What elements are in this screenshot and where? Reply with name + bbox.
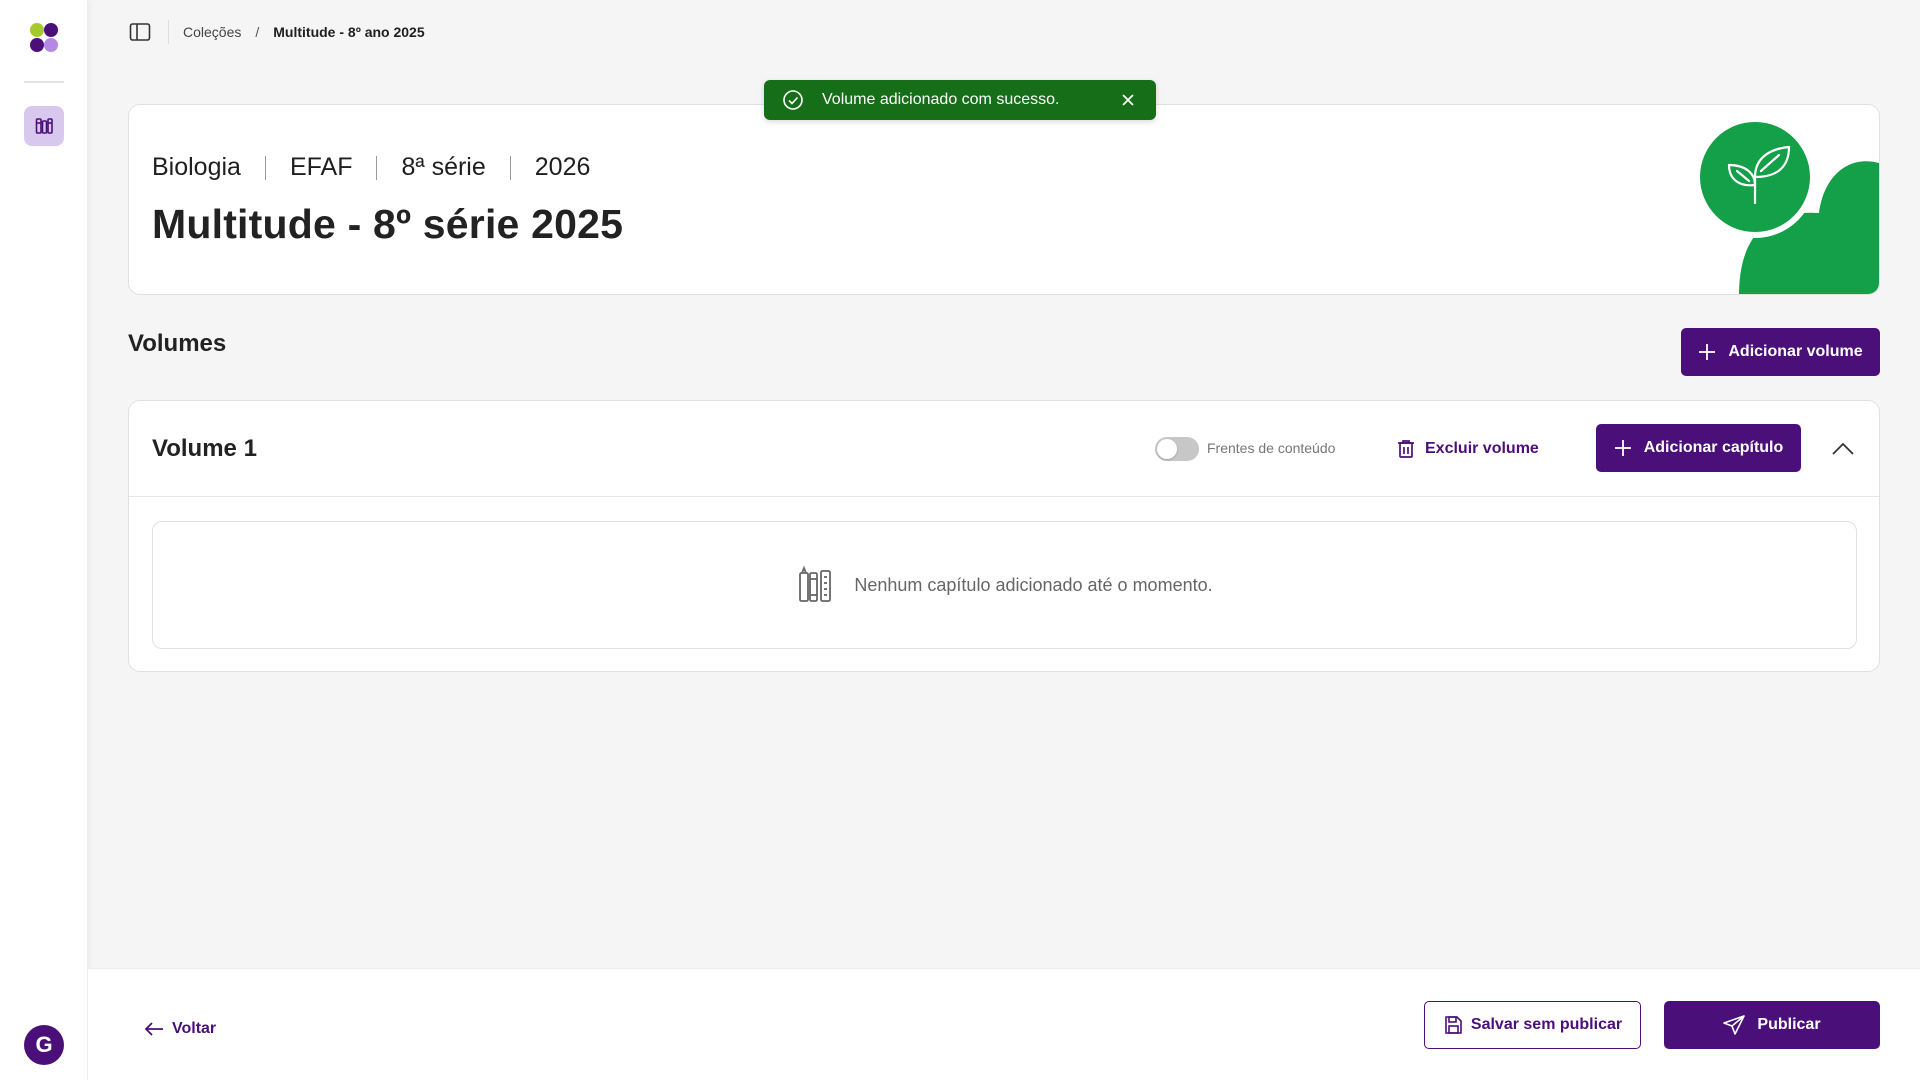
add-chapter-label: Adicionar capítulo xyxy=(1643,439,1784,456)
add-volume-label: Adicionar volume xyxy=(1728,343,1863,360)
collection-meta: Biologia EFAF 8ª série 2026 xyxy=(152,153,614,182)
meta-grade: 8ª série xyxy=(401,153,486,181)
content-fronts-toggle[interactable] xyxy=(1155,437,1199,461)
breadcrumb-separator: / xyxy=(255,24,260,40)
sidebar: G xyxy=(0,0,88,1080)
plus-icon xyxy=(1614,439,1632,457)
books-icon xyxy=(796,565,836,605)
publish-label: Publicar xyxy=(1757,1016,1821,1033)
add-chapter-button[interactable]: Adicionar capítulo xyxy=(1596,424,1801,472)
user-avatar[interactable]: G xyxy=(24,1025,64,1065)
sidebar-divider xyxy=(24,81,64,83)
breadcrumb-item-colecoes[interactable]: Coleções xyxy=(183,24,241,40)
delete-volume-button[interactable]: Excluir volume xyxy=(1397,437,1539,461)
trash-icon xyxy=(1397,439,1415,459)
publish-button[interactable]: Publicar xyxy=(1664,1001,1880,1049)
page-title: Multitude - 8º série 2025 xyxy=(152,201,624,247)
volume-card: Volume 1 Frentes de conteúdo Excluir vol… xyxy=(128,400,1880,672)
collection-header-card: Biologia EFAF 8ª série 2026 Multitude - … xyxy=(128,104,1880,295)
close-icon[interactable] xyxy=(1118,90,1138,110)
meta-level: EFAF xyxy=(289,153,353,181)
save-without-publishing-button[interactable]: Salvar sem publicar xyxy=(1424,1001,1641,1049)
volume-header: Volume 1 Frentes de conteúdo Excluir vol… xyxy=(129,401,1879,497)
empty-chapters-message: Nenhum capítulo adicionado até o momento… xyxy=(854,574,1213,595)
meta-year: 2026 xyxy=(534,153,591,181)
success-toast: Volume adicionado com sucesso. xyxy=(764,80,1156,120)
breadcrumb: Coleções / Multitude - 8º ano 2025 xyxy=(183,24,425,40)
back-button[interactable]: Voltar xyxy=(144,1017,216,1041)
toast-message: Volume adicionado com sucesso. xyxy=(822,91,1060,108)
empty-chapters-state: Nenhum capítulo adicionado até o momento… xyxy=(152,521,1857,649)
volumes-section-title: Volumes xyxy=(128,330,227,357)
top-bar: Coleções / Multitude - 8º ano 2025 xyxy=(88,0,1920,64)
chevron-up-icon[interactable] xyxy=(1829,435,1857,463)
volume-title: Volume 1 xyxy=(152,435,257,462)
breadcrumb-current: Multitude - 8º ano 2025 xyxy=(273,24,425,40)
content-fronts-label: Frentes de conteúdo xyxy=(1207,440,1336,456)
back-label: Voltar xyxy=(172,1020,217,1037)
delete-volume-label: Excluir volume xyxy=(1425,440,1539,457)
add-volume-button[interactable]: Adicionar volume xyxy=(1681,328,1880,376)
sidebar-item-collections[interactable] xyxy=(24,106,64,146)
save-label: Salvar sem publicar xyxy=(1470,1016,1623,1033)
check-circle-icon xyxy=(782,89,804,111)
topbar-divider xyxy=(168,20,169,44)
footer-actions: Voltar Salvar sem publicar Publicar xyxy=(88,968,1920,1080)
sidebar-panel-icon[interactable] xyxy=(128,20,152,44)
meta-subject: Biologia xyxy=(152,153,241,181)
leaf-icon xyxy=(1694,105,1879,294)
toggle-knob xyxy=(1157,439,1177,459)
plus-icon xyxy=(1698,343,1716,361)
send-icon xyxy=(1723,1015,1746,1035)
app-logo-icon[interactable] xyxy=(26,20,62,56)
books-icon xyxy=(34,116,54,136)
arrow-left-icon xyxy=(144,1021,164,1037)
floppy-disk-icon xyxy=(1443,1015,1463,1035)
